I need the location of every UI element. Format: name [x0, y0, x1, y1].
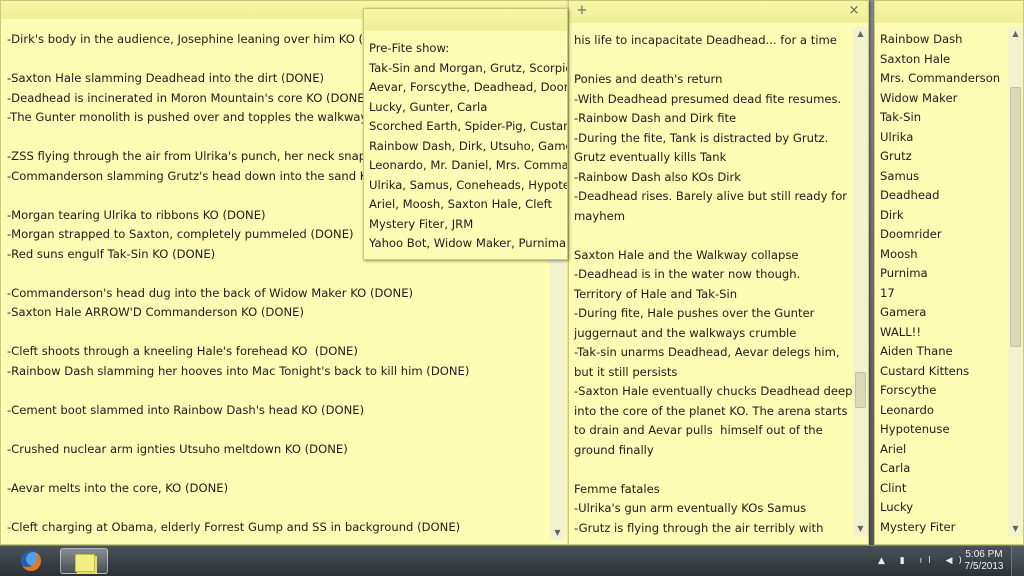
taskbar: ▲ ▮ ıl ◀) 5:06 PM 7/5/2013	[0, 545, 1024, 576]
sticky-note-fite-events[interactable]: + × his life to incapacitate Deadhead...…	[568, 0, 869, 545]
note-titlebar[interactable]	[875, 1, 1023, 23]
note-titlebar[interactable]	[364, 9, 567, 31]
taskbar-firefox-button[interactable]	[8, 548, 56, 574]
clock-time: 5:06 PM	[965, 549, 1003, 560]
show-desktop-button[interactable]	[1011, 546, 1024, 576]
system-tray[interactable]: ▲ ▮ ıl ◀)	[878, 556, 968, 568]
taskbar-sticky-notes-button[interactable]	[60, 548, 108, 574]
scroll-down-arrow-icon[interactable]: ▼	[1008, 522, 1023, 536]
taskbar-clock[interactable]: 5:06 PM 7/5/2013	[960, 549, 1008, 573]
sticky-note-prefite-show[interactable]: Pre-Fite show: Tak-Sin and Morgan, Grutz…	[363, 8, 568, 260]
add-note-icon[interactable]: +	[574, 3, 590, 19]
scrollbar[interactable]: ▲ ▼	[1008, 27, 1023, 536]
scroll-down-arrow-icon[interactable]: ▼	[550, 526, 565, 540]
firefox-icon	[21, 551, 41, 571]
scroll-thumb[interactable]	[855, 372, 866, 408]
scroll-up-arrow-icon[interactable]: ▲	[853, 27, 868, 41]
scroll-up-arrow-icon[interactable]: ▲	[1008, 27, 1023, 41]
scroll-thumb[interactable]	[1010, 87, 1021, 347]
note-text[interactable]: Pre-Fite show: Tak-Sin and Morgan, Grutz…	[369, 39, 567, 254]
note-titlebar[interactable]	[569, 1, 868, 23]
scrollbar[interactable]: ▲ ▼	[853, 27, 868, 536]
sticky-note-roster[interactable]: Rainbow Dash Saxton Hale Mrs. Commanders…	[874, 0, 1024, 545]
clock-date: 7/5/2013	[964, 561, 1004, 572]
note-text[interactable]: Rainbow Dash Saxton Hale Mrs. Commanders…	[880, 30, 1000, 537]
close-note-icon[interactable]: ×	[846, 3, 862, 19]
note-text[interactable]: his life to incapacitate Deadhead... for…	[574, 31, 853, 538]
scroll-down-arrow-icon[interactable]: ▼	[853, 522, 868, 536]
sticky-notes-icon	[75, 554, 95, 572]
